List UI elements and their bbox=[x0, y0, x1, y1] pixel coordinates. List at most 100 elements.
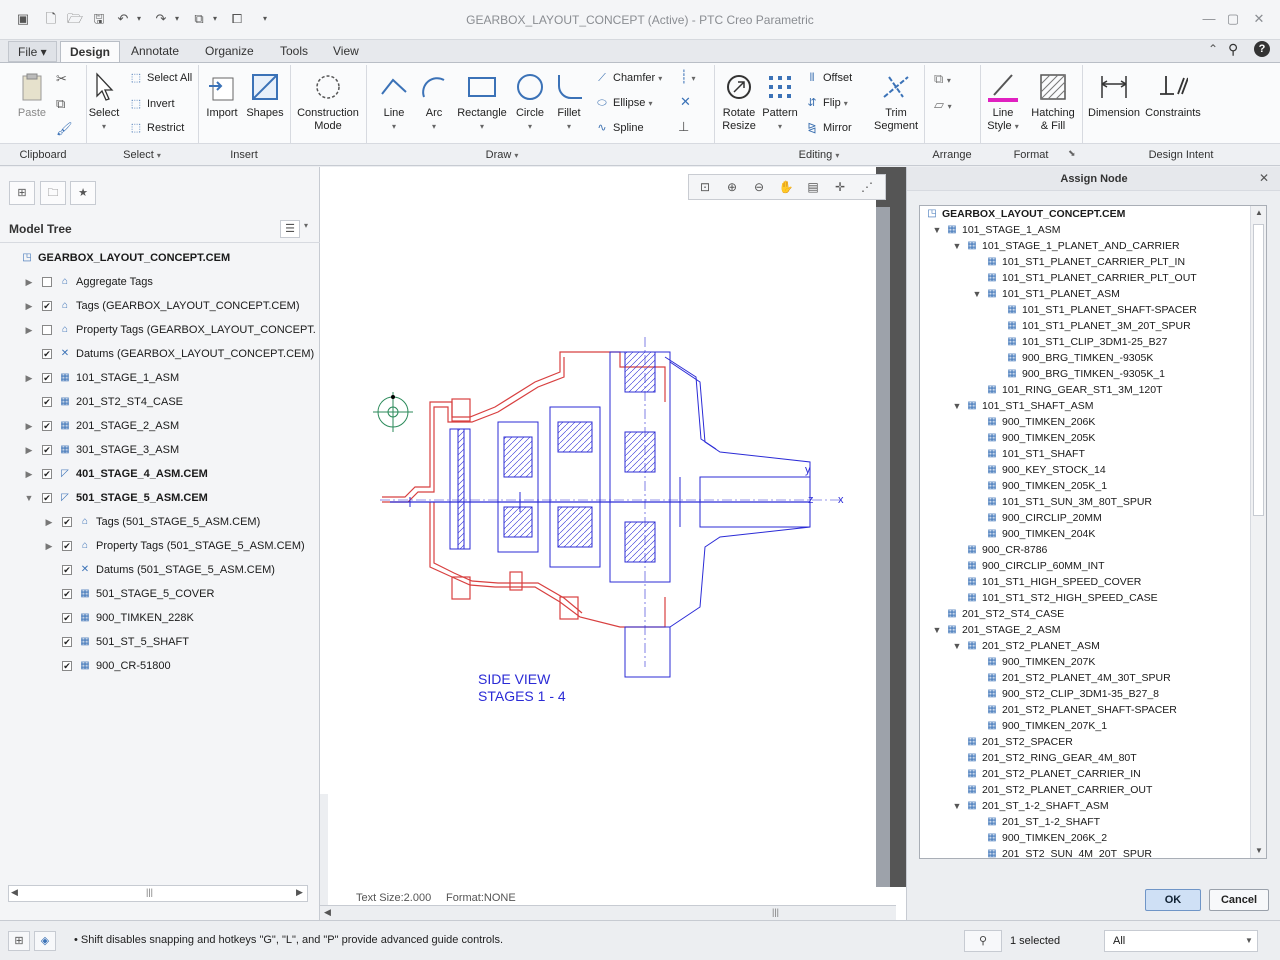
collapse-icon[interactable]: ▼ bbox=[24, 486, 34, 510]
grid-display-icon[interactable]: ⋰ bbox=[857, 178, 877, 196]
node-item[interactable]: ▦ 101_RING_GEAR_ST1_3M_120T bbox=[920, 382, 1250, 398]
expand-icon[interactable]: ▶ bbox=[24, 270, 34, 294]
tree-item[interactable]: ▶ ⌂ Property Tags (GEARBOX_LAYOUT_CONCEPT. bbox=[10, 318, 316, 342]
rotate-resize-button[interactable]: Rotate Resize bbox=[718, 71, 760, 133]
format-painter-icon[interactable]: 🖌 bbox=[56, 121, 73, 137]
selection-count[interactable]: 1 selected bbox=[1010, 935, 1060, 947]
node-item[interactable]: ▦ 900_ST2_CLIP_3DM1-35_B27_8 bbox=[920, 686, 1250, 702]
fillet-button[interactable]: Fillet ▾ bbox=[550, 71, 588, 133]
node-item[interactable]: ▦ 101_ST1_PLANET_CARRIER_PLT_IN bbox=[920, 254, 1250, 270]
tab-annotate[interactable]: Annotate bbox=[122, 41, 188, 62]
node-item[interactable]: ▦ 101_ST1_ST2_HIGH_SPEED_CASE bbox=[920, 590, 1250, 606]
zoom-in-icon[interactable]: ⊕ bbox=[722, 178, 742, 196]
node-scroll-thumb[interactable] bbox=[1253, 224, 1264, 516]
node-item[interactable]: ▦ 201_ST2_SUN_4M_20T_SPUR bbox=[920, 846, 1250, 858]
display-style-icon[interactable]: ▤ bbox=[803, 178, 823, 196]
node-item[interactable]: ▦ 101_ST1_PLANET_CARRIER_PLT_OUT bbox=[920, 270, 1250, 286]
ellipse-button[interactable]: ⬭ Ellipse ▾ bbox=[594, 94, 652, 112]
node-item[interactable]: ▦ 201_ST_1-2_SHAFT bbox=[920, 814, 1250, 830]
model-tree-tab-icon[interactable]: ⊞ bbox=[9, 181, 35, 205]
pan-icon[interactable]: ✋ bbox=[776, 178, 796, 196]
visibility-checkbox[interactable]: ✔ bbox=[62, 589, 72, 599]
node-item[interactable]: ▦ 900_CIRCLIP_20MM bbox=[920, 510, 1250, 526]
restrict-button[interactable]: ⬚ Restrict bbox=[128, 119, 184, 137]
format-launcher-icon[interactable]: ⬊ bbox=[1068, 148, 1076, 159]
graphics-canvas[interactable]: › bbox=[320, 167, 906, 920]
expand-icon[interactable]: ▶ bbox=[44, 534, 54, 558]
select-all-button[interactable]: ⬚ Select All bbox=[128, 69, 192, 87]
group-editing[interactable]: Editing ▾ bbox=[714, 143, 924, 165]
expand-icon[interactable]: ▶ bbox=[24, 366, 34, 390]
folder-browser-tab-icon[interactable]: 🗀 bbox=[40, 181, 66, 205]
rectangle-button[interactable]: Rectangle ▾ bbox=[452, 71, 512, 133]
expand-icon[interactable]: ▶ bbox=[44, 510, 54, 534]
collapse-icon[interactable]: ▼ bbox=[932, 622, 942, 638]
centerline-icon[interactable]: ┊ ▾ bbox=[680, 69, 695, 85]
browser-toggle-icon[interactable]: ◈ bbox=[34, 931, 56, 951]
tree-item[interactable]: ▶ ✔ ⌂ Property Tags (501_STAGE_5_ASM.CEM) bbox=[10, 534, 315, 558]
cut-icon[interactable]: ✂ bbox=[56, 71, 67, 87]
mirror-button[interactable]: ⧎ Mirror bbox=[804, 119, 851, 137]
node-item[interactable]: ▦ 101_ST1_CLIP_3DM1-25_B27 bbox=[920, 334, 1250, 350]
visibility-checkbox[interactable]: ✔ bbox=[42, 373, 52, 383]
visibility-checkbox[interactable]: ✔ bbox=[62, 613, 72, 623]
visibility-checkbox[interactable] bbox=[42, 277, 52, 287]
node-tree[interactable]: ◳ GEARBOX_LAYOUT_CONCEPT.CEM ▼ ▦ 101_STAGE_1… bbox=[919, 205, 1267, 859]
node-item[interactable]: ▦ 900_TIMKEN_207K_1 bbox=[920, 718, 1250, 734]
node-item[interactable]: ▦ 101_ST1_PLANET_SHAFT-SPACER bbox=[920, 302, 1250, 318]
dimension-button[interactable]: Dimension bbox=[1086, 71, 1142, 120]
node-item[interactable]: ▦ 201_ST2_SPACER bbox=[920, 734, 1250, 750]
tree-item[interactable]: ✔ ▦ 501_STAGE_5_COVER bbox=[10, 582, 315, 606]
node-item[interactable]: ▦ 900_BRG_TIMKEN_-9305K bbox=[920, 350, 1250, 366]
navigator-toggle-icon[interactable]: ⊞ bbox=[8, 931, 30, 951]
construction-mode-button[interactable]: Construction Mode bbox=[294, 71, 362, 133]
collapse-icon[interactable]: ▼ bbox=[932, 222, 942, 238]
arc-button[interactable]: Arc ▾ bbox=[416, 71, 452, 133]
zoom-out-icon[interactable]: ⊖ bbox=[749, 178, 769, 196]
import-button[interactable]: Import bbox=[202, 71, 242, 120]
invert-button[interactable]: ⬚ Invert bbox=[128, 95, 175, 113]
expand-icon[interactable]: ▶ bbox=[24, 294, 34, 318]
collapse-icon[interactable]: ▼ bbox=[952, 238, 962, 254]
node-scroll-up-icon[interactable]: ▲ bbox=[1255, 208, 1263, 217]
visibility-checkbox[interactable]: ✔ bbox=[62, 565, 72, 575]
node-item[interactable]: ▦ 201_ST2_PLANET_CARRIER_IN bbox=[920, 766, 1250, 782]
arrange-group-icon[interactable]: ⧉ ▾ bbox=[934, 71, 951, 87]
node-item[interactable]: ▼ ▦ 101_ST1_PLANET_ASM bbox=[920, 286, 1250, 302]
expand-icon[interactable]: ▶ bbox=[24, 414, 34, 438]
canvas-scroll-grip[interactable]: ||| bbox=[772, 907, 779, 917]
node-item[interactable]: ▦ 101_ST1_HIGH_SPEED_COVER bbox=[920, 574, 1250, 590]
coordinate-system-icon[interactable]: ⊥ bbox=[678, 119, 689, 135]
tree-item[interactable]: ✔ ✕ Datums (501_STAGE_5_ASM.CEM) bbox=[10, 558, 315, 582]
circle-button[interactable]: Circle ▾ bbox=[512, 71, 548, 133]
sketch-display-icon[interactable]: ✛ bbox=[830, 178, 850, 196]
node-item[interactable]: ▼ ▦ 201_ST_1-2_SHAFT_ASM bbox=[920, 798, 1250, 814]
node-item[interactable]: ▦ 101_ST1_SHAFT bbox=[920, 446, 1250, 462]
constraints-button[interactable]: Constraints bbox=[1142, 71, 1204, 120]
scroll-right-icon[interactable]: ▶ bbox=[296, 887, 303, 898]
node-item[interactable]: ▦ 101_ST1_PLANET_3M_20T_SPUR bbox=[920, 318, 1250, 334]
canvas-horizontal-scrollbar[interactable]: ◀ ||| bbox=[320, 905, 896, 920]
maximize-icon[interactable]: ▢ bbox=[1222, 10, 1244, 28]
offset-button[interactable]: ⫴ Offset bbox=[804, 69, 852, 87]
node-item[interactable]: ▦ 900_TIMKEN_204K bbox=[920, 526, 1250, 542]
paste-button[interactable]: Paste bbox=[12, 71, 52, 120]
collapse-icon[interactable]: ▼ bbox=[952, 638, 962, 654]
tree-item[interactable]: ▶ ✔ ⌂ Tags (GEARBOX_LAYOUT_CONCEPT.CEM) bbox=[10, 294, 315, 318]
node-item[interactable]: ▼ ▦ 101_STAGE_1_ASM bbox=[920, 222, 1250, 238]
visibility-checkbox[interactable]: ✔ bbox=[62, 541, 72, 551]
node-tree-scrollbar[interactable]: ▲ ▼ bbox=[1250, 206, 1266, 858]
node-item[interactable]: ◳ GEARBOX_LAYOUT_CONCEPT.CEM bbox=[920, 206, 1250, 222]
visibility-checkbox[interactable]: ✔ bbox=[42, 421, 52, 431]
tree-settings-dropdown-icon[interactable]: ▾ bbox=[304, 221, 308, 230]
tab-tools[interactable]: Tools bbox=[271, 41, 317, 62]
shapes-button[interactable]: Shapes bbox=[244, 71, 286, 120]
node-item[interactable]: ▦ 201_ST2_ST4_CASE bbox=[920, 606, 1250, 622]
expand-icon[interactable]: ▶ bbox=[24, 462, 34, 486]
tab-file[interactable]: File ▾ bbox=[8, 41, 57, 62]
node-item[interactable]: ▦ 900_BRG_TIMKEN_-9305K_1 bbox=[920, 366, 1250, 382]
node-item[interactable]: ▦ 900_KEY_STOCK_14 bbox=[920, 462, 1250, 478]
node-item[interactable]: ▦ 900_CR-8786 bbox=[920, 542, 1250, 558]
search-icon[interactable]: ⚲ bbox=[1228, 41, 1238, 58]
close-icon[interactable]: ✕ bbox=[1248, 10, 1270, 28]
